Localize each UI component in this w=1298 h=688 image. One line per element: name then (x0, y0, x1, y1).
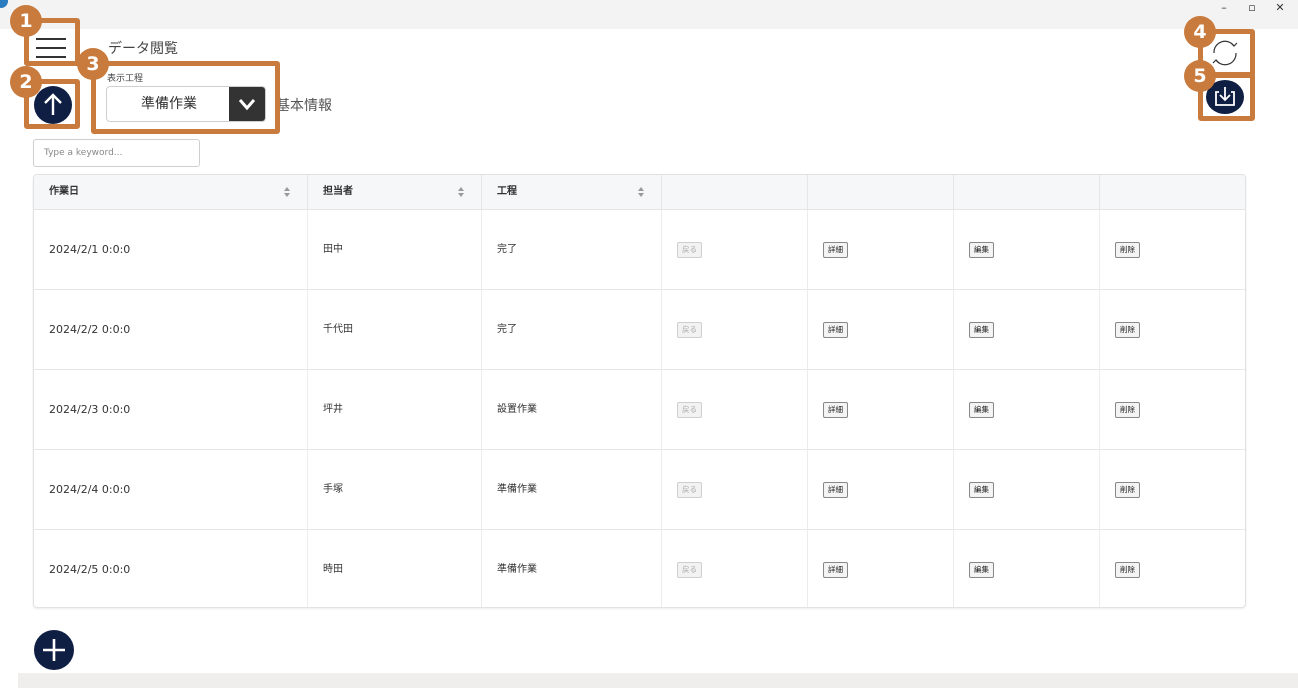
annotation-badge-1: 1 (10, 5, 42, 37)
cell-date: 2024/2/5 0:0:0 (34, 530, 308, 607)
column-header-label: 工程 (497, 186, 517, 197)
cell-date: 2024/2/1 0:0:0 (34, 210, 308, 290)
cell-edit: 編集 (954, 290, 1100, 370)
process-select-value: 準備作業 (141, 96, 197, 112)
column-header-process[interactable]: 工程 (482, 175, 662, 210)
plus-icon (43, 639, 65, 661)
table-header: 作業日 担当者 工程 (34, 175, 1245, 210)
delete-button[interactable]: 削除 (1115, 402, 1140, 418)
footer-bar (18, 673, 1298, 688)
search-input[interactable] (33, 139, 200, 167)
cell-back: 戻る (662, 290, 808, 370)
table-row: 2024/2/1 0:0:0 田中 完了 戻る 詳細 編集 削除 (34, 210, 1245, 290)
cell-person: 手塚 (308, 450, 482, 530)
cell-date: 2024/2/2 0:0:0 (34, 290, 308, 370)
back-button[interactable]: 戻る (677, 562, 702, 578)
cell-process: 完了 (482, 210, 662, 290)
minimize-button[interactable]: – (1212, 2, 1236, 16)
cell-process: 設置作業 (482, 370, 662, 450)
cell-delete: 削除 (1100, 370, 1245, 450)
detail-button[interactable]: 詳細 (823, 322, 848, 338)
edit-button[interactable]: 編集 (969, 482, 994, 498)
app-icon (0, 0, 8, 8)
detail-button[interactable]: 詳細 (823, 562, 848, 578)
sort-icon (284, 187, 290, 197)
cell-back: 戻る (662, 450, 808, 530)
maximize-button[interactable]: ▫ (1240, 2, 1264, 16)
cell-person: 千代田 (308, 290, 482, 370)
cell-process: 完了 (482, 290, 662, 370)
upload-button[interactable] (34, 86, 72, 124)
delete-button[interactable]: 削除 (1115, 482, 1140, 498)
cell-edit: 編集 (954, 370, 1100, 450)
column-header-date[interactable]: 作業日 (34, 175, 308, 210)
edit-button[interactable]: 編集 (969, 322, 994, 338)
cell-detail: 詳細 (808, 530, 954, 607)
add-record-button[interactable] (34, 630, 74, 670)
process-select[interactable]: 準備作業 (106, 86, 266, 122)
cell-process: 準備作業 (482, 530, 662, 607)
sort-icon (638, 187, 644, 197)
edit-button[interactable]: 編集 (969, 402, 994, 418)
cell-detail: 詳細 (808, 290, 954, 370)
annotation-badge-2: 2 (10, 66, 42, 98)
process-select-label: 表示工程 (107, 74, 144, 84)
column-header-empty (1100, 175, 1245, 210)
cell-process: 準備作業 (482, 450, 662, 530)
edit-button[interactable]: 編集 (969, 242, 994, 258)
cell-person: 坪井 (308, 370, 482, 450)
delete-button[interactable]: 削除 (1115, 242, 1140, 258)
close-window-button[interactable]: ✕ (1268, 2, 1292, 16)
table-row: 2024/2/5 0:0:0 時田 準備作業 戻る 詳細 編集 削除 (34, 530, 1245, 607)
back-button[interactable]: 戻る (677, 322, 702, 338)
sort-icon (458, 187, 464, 197)
cell-edit: 編集 (954, 530, 1100, 607)
cell-back: 戻る (662, 370, 808, 450)
back-button[interactable]: 戻る (677, 242, 702, 258)
arrow-up-icon (44, 93, 62, 115)
detail-button[interactable]: 詳細 (823, 402, 848, 418)
cell-delete: 削除 (1100, 290, 1245, 370)
cell-delete: 削除 (1100, 210, 1245, 290)
process-dropdown-button[interactable] (229, 87, 265, 121)
page-title: データ閲覧 (108, 41, 178, 57)
cell-delete: 削除 (1100, 530, 1245, 607)
cell-person: 時田 (308, 530, 482, 607)
back-button[interactable]: 戻る (677, 402, 702, 418)
detail-button[interactable]: 詳細 (823, 482, 848, 498)
table-row: 2024/2/3 0:0:0 坪井 設置作業 戻る 詳細 編集 削除 (34, 370, 1245, 450)
edit-button[interactable]: 編集 (969, 562, 994, 578)
annotation-badge-4: 4 (1184, 16, 1216, 48)
delete-button[interactable]: 削除 (1115, 322, 1140, 338)
table-row: 2024/2/2 0:0:0 千代田 完了 戻る 詳細 編集 削除 (34, 290, 1245, 370)
cell-person: 田中 (308, 210, 482, 290)
hamburger-menu-icon[interactable] (34, 34, 68, 62)
cell-detail: 詳細 (808, 370, 954, 450)
column-header-empty (954, 175, 1100, 210)
column-header-person[interactable]: 担当者 (308, 175, 482, 210)
column-header-label: 担当者 (323, 186, 353, 197)
cell-edit: 編集 (954, 450, 1100, 530)
window-titlebar: – ▫ ✕ (0, 0, 1298, 29)
cell-delete: 削除 (1100, 450, 1245, 530)
cell-date: 2024/2/3 0:0:0 (34, 370, 308, 450)
delete-button[interactable]: 削除 (1115, 562, 1140, 578)
cell-back: 戻る (662, 530, 808, 607)
column-header-label: 作業日 (49, 186, 79, 197)
table-row: 2024/2/4 0:0:0 手塚 準備作業 戻る 詳細 編集 削除 (34, 450, 1245, 530)
detail-button[interactable]: 詳細 (823, 242, 848, 258)
data-table: 作業日 担当者 工程 2024/2/1 0:0:0 田中 完了 戻る 詳細 編集… (33, 174, 1246, 608)
cell-date: 2024/2/4 0:0:0 (34, 450, 308, 530)
column-header-empty (808, 175, 954, 210)
chevron-down-icon (238, 99, 256, 111)
column-header-empty (662, 175, 808, 210)
section-title: 基本情報 (276, 98, 332, 114)
cell-back: 戻る (662, 210, 808, 290)
annotation-badge-3: 3 (77, 48, 109, 80)
cell-edit: 編集 (954, 210, 1100, 290)
back-button[interactable]: 戻る (677, 482, 702, 498)
cell-detail: 詳細 (808, 210, 954, 290)
cell-detail: 詳細 (808, 450, 954, 530)
annotation-badge-5: 5 (1184, 60, 1216, 92)
